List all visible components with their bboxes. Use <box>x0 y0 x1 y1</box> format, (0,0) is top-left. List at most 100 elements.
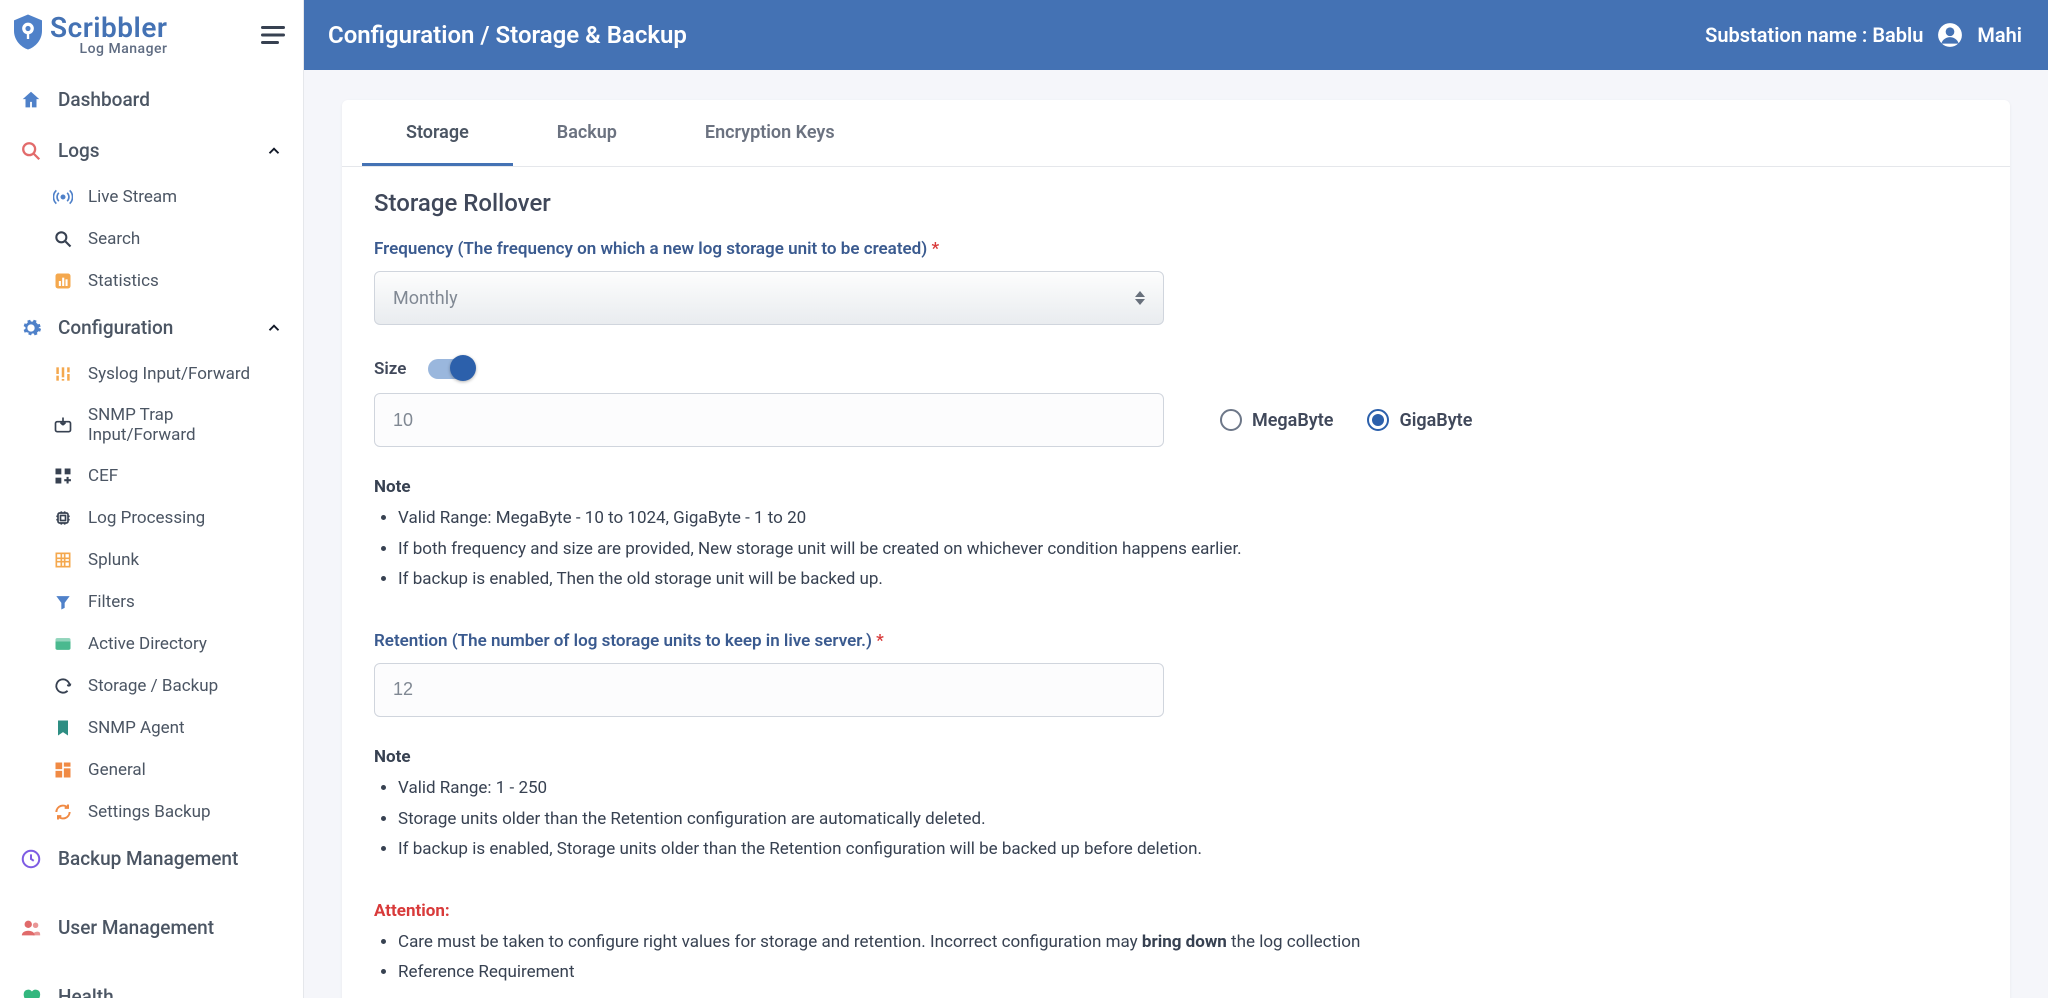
size-input[interactable] <box>374 393 1164 447</box>
clock-icon <box>20 848 42 870</box>
avatar-icon[interactable] <box>1937 22 1963 48</box>
sync-icon <box>52 801 74 823</box>
sidebar-item-settings-backup[interactable]: Settings Backup <box>34 791 303 833</box>
card: Storage Backup Encryption Keys Storage R… <box>342 100 2010 998</box>
topbar: Configuration / Storage & Backup Substat… <box>304 0 2048 70</box>
cpu-icon <box>52 507 74 529</box>
sidebar-item-user-management[interactable]: User Management <box>0 902 303 953</box>
note-item: If backup is enabled, Then the old stora… <box>398 564 1830 595</box>
sidebar-item-search[interactable]: Search <box>34 218 303 260</box>
retention-input[interactable] <box>374 663 1164 717</box>
logo-icon <box>14 14 42 50</box>
sidebar-item-label: Dashboard <box>58 88 150 111</box>
dashboard-icon <box>52 759 74 781</box>
sidebar-item-active-directory[interactable]: Active Directory <box>34 623 303 665</box>
chart-icon <box>52 270 74 292</box>
size-label: Size <box>374 359 406 379</box>
sidebar-item-cef[interactable]: CEF <box>34 455 303 497</box>
window-icon <box>52 633 74 655</box>
broadcast-icon <box>52 186 74 208</box>
section-title: Storage Rollover <box>374 189 1830 217</box>
sidebar-item-label: Storage / Backup <box>88 676 218 696</box>
note-item: If both frequency and size are provided,… <box>398 534 1830 565</box>
page-title: Configuration / Storage & Backup <box>328 21 687 49</box>
sidebar-item-label: Settings Backup <box>88 802 211 822</box>
gear-icon <box>20 317 42 339</box>
users-icon <box>20 917 42 939</box>
content: Storage Backup Encryption Keys Storage R… <box>304 70 2048 998</box>
sidebar-item-label: CEF <box>88 466 118 486</box>
radio-label: GigaByte <box>1399 410 1472 431</box>
substation-label: Substation name : Bablu <box>1705 23 1923 47</box>
sidebar-item-label: Syslog Input/Forward <box>88 364 250 384</box>
nav: Dashboard Logs Live Stream Search <box>0 68 303 998</box>
select-value: Monthly <box>393 288 458 309</box>
unit-radios: MegaByte GigaByte <box>1220 409 1472 431</box>
sidebar-item-label: Logs <box>58 139 100 162</box>
sidebar-item-label: General <box>88 760 146 780</box>
sidebar-item-label: SNMP Agent <box>88 718 185 738</box>
retention-label: Retention (The number of log storage uni… <box>374 631 1830 651</box>
tab-storage[interactable]: Storage <box>362 100 513 166</box>
tab-backup[interactable]: Backup <box>513 100 661 166</box>
note-item: Storage units older than the Retention c… <box>398 804 1830 835</box>
sidebar-item-log-processing[interactable]: Log Processing <box>34 497 303 539</box>
note-item: If backup is enabled, Storage units olde… <box>398 834 1830 865</box>
sidebar-item-splunk[interactable]: Splunk <box>34 539 303 581</box>
tab-label: Encryption Keys <box>705 122 835 143</box>
sidebar-item-snmp-trap[interactable]: SNMP Trap Input/Forward <box>34 395 303 455</box>
sidebar-item-label: Health <box>58 985 114 998</box>
sidebar-item-storage-backup[interactable]: Storage / Backup <box>34 665 303 707</box>
menu-toggle-icon[interactable] <box>261 26 285 44</box>
chevron-up-icon <box>265 319 283 337</box>
note-item: Valid Range: MegaByte - 10 to 1024, Giga… <box>398 503 1830 534</box>
sidebar-item-live-stream[interactable]: Live Stream <box>34 176 303 218</box>
sidebar-item-dashboard[interactable]: Dashboard <box>0 74 303 125</box>
home-icon <box>20 89 42 111</box>
plus-grid-icon <box>52 465 74 487</box>
sidebar-item-label: Live Stream <box>88 187 177 207</box>
sidebar-item-syslog[interactable]: Syslog Input/Forward <box>34 353 303 395</box>
note-heading: Note <box>374 747 1830 767</box>
brand: Scribbler Log Manager <box>14 14 167 56</box>
sidebar-group-logs[interactable]: Logs <box>0 125 303 176</box>
sidebar-item-general[interactable]: General <box>34 749 303 791</box>
inbox-icon <box>52 414 74 436</box>
filter-icon <box>52 591 74 613</box>
brand-title: Scribbler <box>50 14 167 42</box>
radio-label: MegaByte <box>1252 410 1333 431</box>
sidebar-item-snmp-agent[interactable]: SNMP Agent <box>34 707 303 749</box>
form-area: Storage Rollover Frequency (The frequenc… <box>342 167 1862 998</box>
radio-gigabyte[interactable]: GigaByte <box>1367 409 1472 431</box>
search-icon <box>52 228 74 250</box>
sidebar: Scribbler Log Manager Dashboard Logs <box>0 0 304 998</box>
grid-icon <box>52 549 74 571</box>
chevron-up-icon <box>265 142 283 160</box>
sidebar-item-label: User Management <box>58 916 214 939</box>
sidebar-item-health[interactable]: Health <box>0 971 303 998</box>
nav-sub-logs: Live Stream Search Statistics <box>0 176 303 302</box>
sidebar-item-label: Log Processing <box>88 508 205 528</box>
tab-encryption-keys[interactable]: Encryption Keys <box>661 100 879 166</box>
size-toggle[interactable] <box>428 359 474 379</box>
sidebar-item-filters[interactable]: Filters <box>34 581 303 623</box>
nav-sub-config: Syslog Input/Forward SNMP Trap Input/For… <box>0 353 303 833</box>
sidebar-item-statistics[interactable]: Statistics <box>34 260 303 302</box>
sidebar-group-configuration[interactable]: Configuration <box>0 302 303 353</box>
frequency-select[interactable]: Monthly <box>374 271 1164 325</box>
radio-megabyte[interactable]: MegaByte <box>1220 409 1333 431</box>
sidebar-item-label: Active Directory <box>88 634 207 654</box>
sidebar-item-label: Splunk <box>88 550 139 570</box>
main: Configuration / Storage & Backup Substat… <box>304 0 2048 998</box>
note-item: Valid Range: 1 - 250 <box>398 773 1830 804</box>
attention-heading: Attention: <box>374 901 1830 921</box>
sidebar-item-backup-management[interactable]: Backup Management <box>0 833 303 884</box>
user-name[interactable]: Mahi <box>1977 23 2022 47</box>
tabs: Storage Backup Encryption Keys <box>342 100 2010 167</box>
brand-row: Scribbler Log Manager <box>0 0 303 68</box>
brand-subtitle: Log Manager <box>80 42 168 56</box>
heart-icon <box>20 986 42 998</box>
sidebar-item-label: Backup Management <box>58 847 238 870</box>
tab-label: Storage <box>406 122 469 143</box>
tab-label: Backup <box>557 122 617 143</box>
